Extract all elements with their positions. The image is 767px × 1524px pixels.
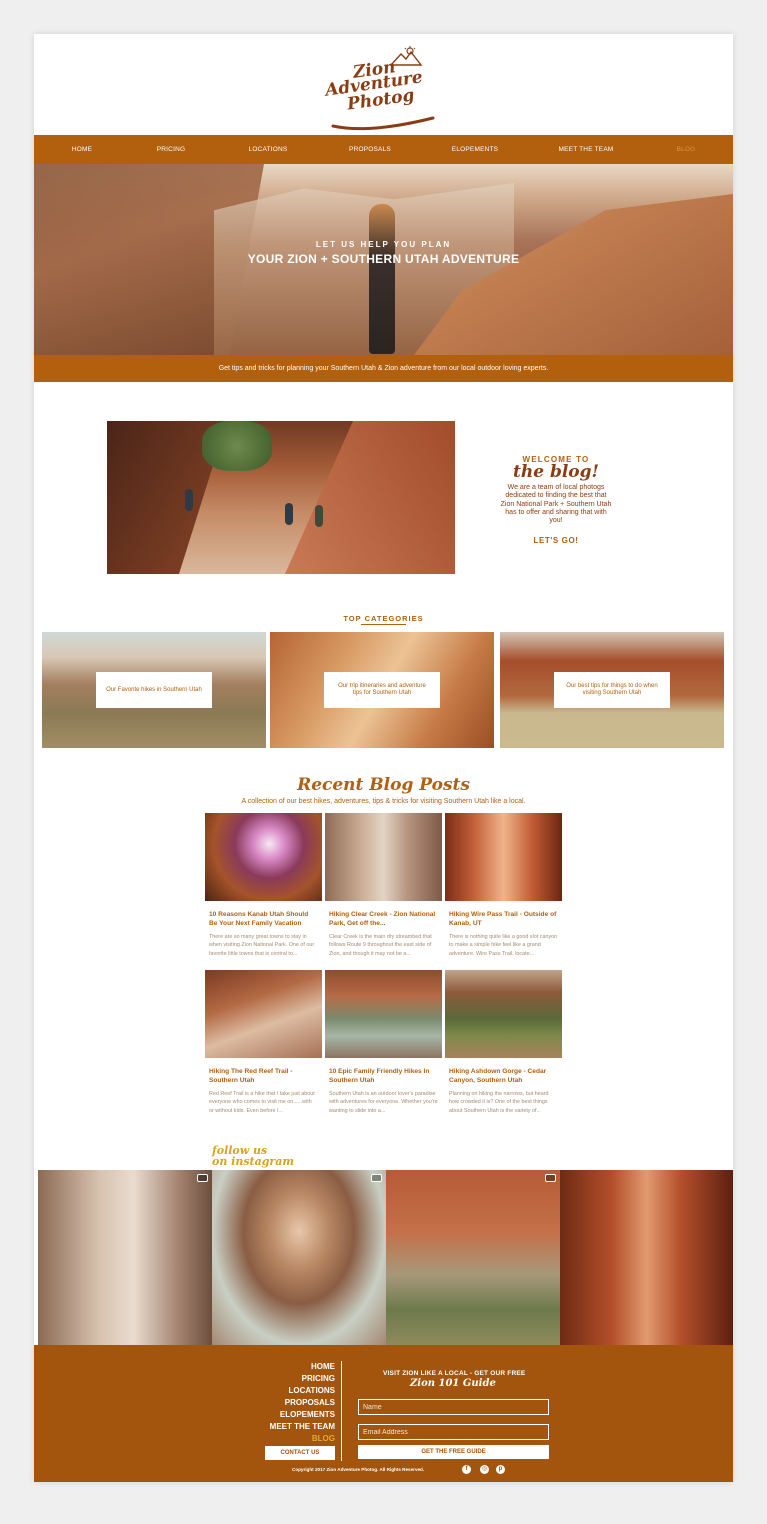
feature-image [107,421,455,574]
instagram-label-line-2: on instagram [212,1155,294,1168]
post-title[interactable]: 10 Epic Family Friendly Hikes In Souther… [325,1068,442,1086]
blog-post-card[interactable]: Hiking Clear Creek - Zion National Park,… [325,813,442,959]
camera-icon [371,1174,382,1182]
post-excerpt: Planning on hiking the narrows, but hear… [449,1091,549,1114]
feature-image-wall-right [285,421,455,574]
copyright-text: Copyright 2017 Zion Adventure Photog. Al… [292,1467,425,1472]
instagram-icon[interactable]: ◎ [480,1465,489,1474]
footer: HOME PRICING LOCATIONS PROPOSALS ELOPEME… [34,1345,733,1482]
categories-underline [361,624,406,625]
post-title[interactable]: Hiking Ashdown Gorge - Cedar Canyon, Sou… [445,1068,562,1086]
post-excerpt: Clear Creek is the main dry streambed th… [329,934,432,957]
camera-icon [545,1174,556,1182]
post-title[interactable]: Hiking Wire Pass Trail - Outside of Kana… [445,911,562,929]
welcome-title: the blog! [513,462,599,482]
recent-posts-title: Recent Blog Posts [297,775,470,795]
category-card-itineraries[interactable]: Our trip itineraries and adventure tips … [270,632,494,748]
post-excerpt: Southern Utah is an outdoor lover's para… [329,1091,438,1114]
contact-us-button[interactable]: CONTACT US [265,1446,335,1460]
nav-blog[interactable]: BLOG [677,135,696,164]
footer-link-locations[interactable]: LOCATIONS [234,1385,335,1397]
post-title[interactable]: Hiking The Red Reef Trail - Southern Uta… [205,1068,322,1086]
blog-post-card[interactable]: Hiking Wire Pass Trail - Outside of Kana… [445,813,562,959]
footer-link-meet-the-team[interactable]: MEET THE TEAM [234,1421,335,1433]
footer-link-elopements[interactable]: ELOPEMENTS [234,1409,335,1421]
blog-post-card[interactable]: 10 Epic Family Friendly Hikes In Souther… [325,970,442,1116]
feature-image-person [315,505,323,527]
post-excerpt: Red Reef Trail is a hike that I take jus… [209,1091,315,1114]
guide-title: Zion 101 Guide [410,1378,496,1389]
guide-tagline: VISIT ZION LIKE A LOCAL - GET OUR FREE [383,1370,526,1377]
instagram-label[interactable]: follow us on instagram [212,1145,294,1167]
welcome-block: WELCOME TO the blog! We are a team of lo… [500,455,612,545]
category-label: Our Favorite hikes in Southern Utah [96,672,212,708]
logo-swoosh [331,116,435,131]
instagram-photo[interactable] [560,1170,733,1345]
get-free-guide-button[interactable]: GET THE FREE GUIDE [358,1445,549,1459]
camera-icon [197,1174,208,1182]
post-title[interactable]: Hiking Clear Creek - Zion National Park,… [325,911,442,929]
footer-nav: HOME PRICING LOCATIONS PROPOSALS ELOPEME… [234,1361,335,1445]
post-excerpt: There are so many great towns to stay in… [209,934,315,957]
welcome-body: We are a team of local photogs dedicated… [500,483,612,525]
post-thumbnail[interactable] [325,970,442,1058]
instagram-photo[interactable] [386,1170,560,1345]
feature-image-person [185,489,193,511]
feature-image-person [285,503,293,525]
instagram-photo[interactable] [212,1170,386,1345]
post-excerpt: There is nothing quite like a good slot … [449,934,558,957]
post-thumbnail[interactable] [205,813,322,901]
feature-image-trees [202,421,272,471]
post-thumbnail[interactable] [205,970,322,1058]
post-thumbnail[interactable] [325,813,442,901]
post-thumbnail[interactable] [445,970,562,1058]
lets-go-link[interactable]: LET'S GO! [500,536,612,545]
email-field[interactable] [358,1424,549,1440]
name-field[interactable] [358,1399,549,1415]
nav-home[interactable]: HOME [72,135,92,164]
nav-meet-the-team[interactable]: MEET THE TEAM [559,135,614,164]
category-label: Our trip itineraries and adventure tips … [324,672,440,708]
facebook-icon[interactable]: f [462,1465,471,1474]
hero-subtitle: LET US HELP YOU PLAN [315,240,452,249]
main-nav: HOME PRICING LOCATIONS PROPOSALS ELOPEME… [34,135,733,164]
nav-elopements[interactable]: ELOPEMENTS [452,135,498,164]
post-title[interactable]: 10 Reasons Kanab Utah Should Be Your Nex… [205,911,322,929]
categories-title: TOP CATEGORIES [343,614,424,623]
nav-locations[interactable]: LOCATIONS [249,135,288,164]
footer-link-pricing[interactable]: PRICING [234,1373,335,1385]
category-card-hikes[interactable]: Our Favorite hikes in Southern Utah [42,632,266,748]
category-label: Our best tips for things to do when visi… [554,672,670,708]
hero-image-hiker [369,204,395,354]
site-logo[interactable]: Zion Adventure Photog [319,46,449,134]
footer-link-home[interactable]: HOME [234,1361,335,1373]
blog-post-card[interactable]: 10 Reasons Kanab Utah Should Be Your Nex… [205,813,322,959]
recent-posts-subtitle: A collection of our best hikes, adventur… [241,798,526,805]
category-card-things-to-do[interactable]: Our best tips for things to do when visi… [500,632,724,748]
post-thumbnail[interactable] [445,813,562,901]
nav-proposals[interactable]: PROPOSALS [349,135,391,164]
hero-title: YOUR ZION + SOUTHERN UTAH ADVENTURE [247,252,520,266]
tip-bar: Get tips and tricks for planning your So… [34,355,733,382]
footer-link-proposals[interactable]: PROPOSALS [234,1397,335,1409]
page: Zion Adventure Photog HOME PRICING LOCAT… [34,34,733,1482]
pinterest-icon[interactable]: p [496,1465,505,1474]
blog-post-card[interactable]: Hiking The Red Reef Trail - Southern Uta… [205,970,322,1116]
footer-divider [341,1361,342,1461]
nav-pricing[interactable]: PRICING [157,135,186,164]
blog-post-card[interactable]: Hiking Ashdown Gorge - Cedar Canyon, Sou… [445,970,562,1116]
instagram-photo[interactable] [38,1170,212,1345]
hero-banner: LET US HELP YOU PLAN YOUR ZION + SOUTHER… [34,164,733,355]
footer-link-blog[interactable]: BLOG [234,1433,335,1445]
